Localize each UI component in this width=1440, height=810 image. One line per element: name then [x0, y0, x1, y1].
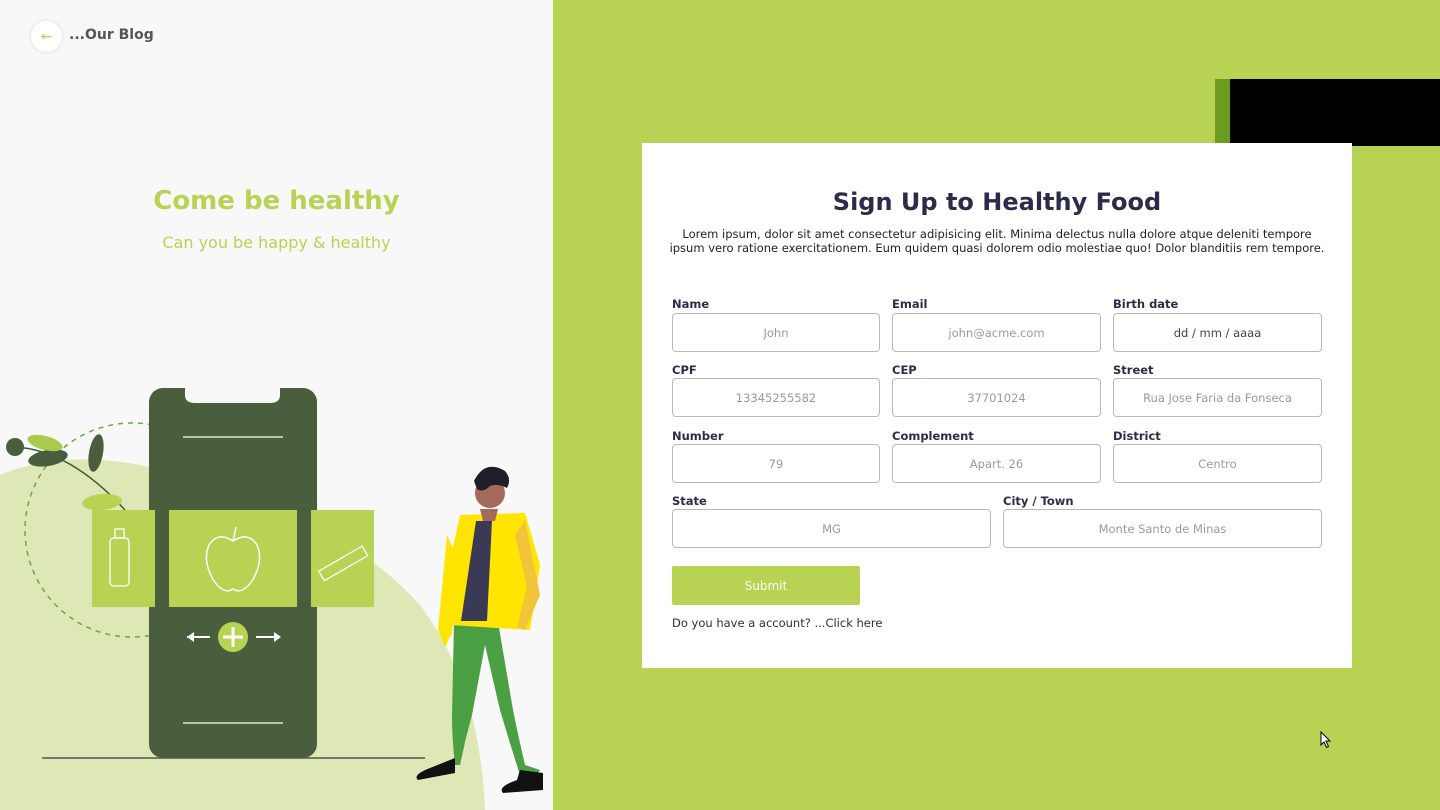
- state-label: State: [672, 494, 707, 508]
- submit-button[interactable]: Submit: [672, 566, 860, 605]
- complement-label: Complement: [892, 429, 974, 443]
- decorative-black-block: [1215, 79, 1440, 146]
- back-button[interactable]: ←: [31, 21, 62, 52]
- cpf-label: CPF: [672, 363, 697, 377]
- mouse-cursor-icon: [1320, 731, 1332, 749]
- number-input[interactable]: [672, 444, 880, 483]
- street-input[interactable]: [1113, 378, 1322, 417]
- hero-subtitle: Can you be happy & healthy: [162, 233, 391, 252]
- phone-person-illustration: [0, 388, 543, 810]
- name-input[interactable]: [672, 313, 880, 352]
- name-label: Name: [672, 297, 710, 311]
- decorative-green-strip: [1215, 79, 1230, 146]
- account-prompt-text: Do you have a account?: [672, 616, 811, 630]
- city-input[interactable]: [1003, 509, 1322, 548]
- cpf-input[interactable]: [672, 378, 880, 417]
- city-label: City / Town: [1003, 494, 1074, 508]
- number-label: Number: [672, 429, 724, 443]
- birth-date-label: Birth date: [1113, 297, 1179, 311]
- left-panel: ← ...Our Blog Come be healthy Can you be…: [0, 0, 553, 810]
- complement-input[interactable]: [892, 444, 1101, 483]
- arrow-left-icon: ←: [40, 28, 53, 45]
- account-prompt: Do you have a account? ...Click here: [672, 616, 882, 630]
- form-title: Sign Up to Healthy Food: [832, 188, 1162, 216]
- email-label: Email: [892, 297, 928, 311]
- hero-title: Come be healthy: [153, 186, 400, 216]
- street-label: Street: [1113, 363, 1154, 377]
- birth-date-input[interactable]: [1113, 313, 1322, 352]
- blog-link[interactable]: ...Our Blog: [69, 27, 154, 43]
- form-description: Lorem ipsum, dolor sit amet consectetur …: [669, 227, 1325, 255]
- cep-label: CEP: [892, 363, 917, 377]
- cep-input[interactable]: [892, 378, 1101, 417]
- district-input[interactable]: [1113, 444, 1322, 483]
- login-link[interactable]: ...Click here: [814, 616, 882, 630]
- district-label: District: [1113, 429, 1161, 443]
- state-input[interactable]: [672, 509, 991, 548]
- email-input[interactable]: [892, 313, 1101, 352]
- signup-card: Sign Up to Healthy Food Lorem ipsum, dol…: [642, 143, 1352, 668]
